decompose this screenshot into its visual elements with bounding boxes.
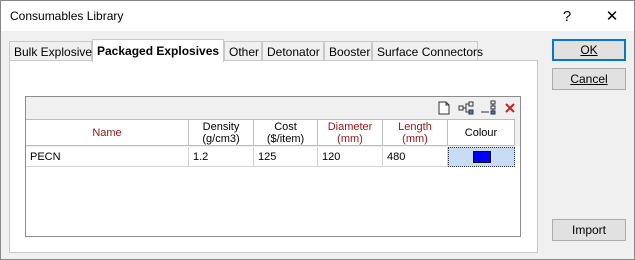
column-header-length[interactable]: Length (mm)	[383, 119, 448, 146]
help-button[interactable]: ?	[545, 1, 589, 31]
cancel-label: Cancel	[570, 72, 608, 86]
new-document-icon[interactable]	[436, 100, 452, 116]
import-button[interactable]: Import	[552, 219, 626, 241]
tab-surface-connectors[interactable]: Surface Connectors	[372, 41, 483, 61]
cell-cost[interactable]: 125	[254, 147, 318, 167]
tab-panel: Name Density (g/cm3) Cost ($/item) Diame…	[9, 60, 538, 253]
table-row[interactable]: PECN 1.2 125 120 480	[26, 147, 520, 167]
tab-packaged-explosives[interactable]: Packaged Explosives	[92, 39, 224, 62]
column-header-colour[interactable]: Colour	[448, 119, 515, 146]
column-header-name[interactable]: Name	[26, 119, 189, 146]
delete-icon[interactable]	[502, 100, 518, 116]
tree-structure-icon[interactable]	[458, 100, 474, 116]
cell-name[interactable]: PECN	[26, 147, 189, 167]
ok-label: OK	[580, 43, 598, 57]
tab-bulk-explosives[interactable]: Bulk Explosives	[9, 41, 98, 61]
title-bar: Consumables Library ? ✕	[1, 1, 634, 31]
cell-diameter[interactable]: 120	[318, 147, 383, 167]
column-header-cost[interactable]: Cost ($/item)	[254, 119, 318, 146]
window-title: Consumables Library	[10, 9, 124, 23]
cell-colour[interactable]	[448, 147, 515, 167]
consumables-grid: Name Density (g/cm3) Cost ($/item) Diame…	[25, 96, 521, 237]
ok-button[interactable]: OK	[552, 39, 626, 61]
grid-header-row: Name Density (g/cm3) Cost ($/item) Diame…	[26, 119, 520, 146]
cancel-button[interactable]: Cancel	[552, 68, 626, 90]
tab-other[interactable]: Other	[224, 41, 262, 61]
cell-density[interactable]: 1.2	[189, 147, 254, 167]
dialog-window: Consumables Library ? ✕ Bulk Explosives …	[0, 0, 635, 260]
close-button[interactable]: ✕	[590, 1, 634, 31]
insert-row-icon[interactable]	[480, 100, 496, 116]
tab-booster[interactable]: Booster	[324, 41, 372, 61]
column-header-diameter[interactable]: Diameter (mm)	[318, 119, 383, 146]
grid-toolbar	[26, 97, 520, 119]
column-header-density[interactable]: Density (g/cm3)	[189, 119, 254, 146]
colour-swatch[interactable]	[472, 151, 491, 163]
tab-detonator[interactable]: Detonator	[262, 41, 324, 61]
cell-length[interactable]: 480	[383, 147, 448, 167]
grid-empty-area	[26, 167, 520, 236]
